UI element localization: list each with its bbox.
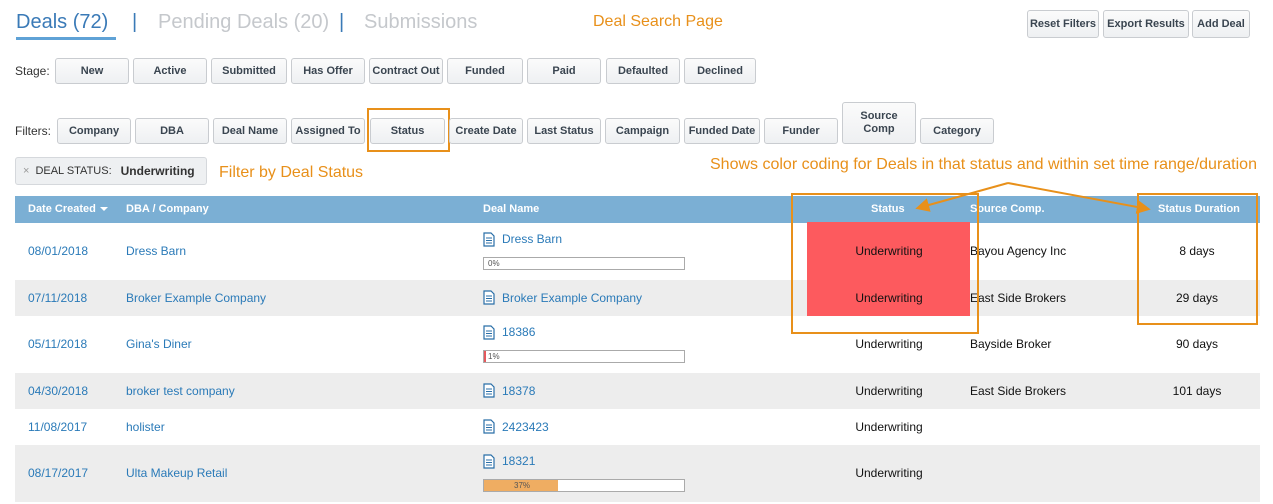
tab-pending-deals[interactable]: Pending Deals (20) [158,8,329,36]
stage-contract-out-button[interactable]: Contract Out [369,58,443,84]
document-icon [483,290,495,305]
deal-name-link[interactable]: 18378 [502,384,535,398]
tab-separator: | [132,11,138,33]
add-deal-button[interactable]: Add Deal [1192,10,1250,38]
table-header: Date Created DBA / Company Deal Name Sta… [15,196,1260,223]
table-row[interactable] [15,316,1260,373]
filter-funded-date-button[interactable]: Funded Date [684,118,760,144]
remove-filter-icon[interactable]: × [23,165,29,177]
col-date-created[interactable]: Date Created [28,196,108,223]
tab-deals[interactable]: Deals (72) [16,8,108,36]
deal-status-filter-chip: × DEAL STATUS: Underwriting [15,157,207,185]
date-created-cell[interactable]: 08/01/2018 [28,244,88,258]
export-results-button[interactable]: Export Results [1103,10,1189,38]
stage-label: Stage: [15,64,50,78]
status-cell: Underwriting [855,466,923,480]
company-cell[interactable]: broker test company [126,384,235,398]
status-cell: Underwriting [855,420,923,434]
deal-name-link[interactable]: Dress Barn [502,232,562,246]
table-row[interactable] [15,409,1260,445]
stage-paid-button[interactable]: Paid [527,58,601,84]
status-cell: Underwriting [855,384,923,398]
col-dba-company[interactable]: DBA / Company [126,196,209,223]
sort-desc-icon [99,207,108,212]
chip-value: Underwriting [120,164,195,178]
deal-progress-bar: 1% [483,350,685,363]
progress-text: 1% [488,352,500,361]
date-created-cell[interactable]: 11/08/2017 [28,420,87,434]
filter-deal-name-button[interactable]: Deal Name [213,118,287,144]
annotation-deal-search-page: Deal Search Page [593,13,723,30]
date-created-cell[interactable]: 05/11/2018 [28,337,87,351]
filter-funder-button[interactable]: Funder [764,118,838,144]
filter-last-status-button[interactable]: Last Status [527,118,601,144]
document-icon [483,419,495,434]
reset-filters-button[interactable]: Reset Filters [1027,10,1099,38]
status-column-highlight [791,193,979,334]
document-icon [483,383,495,398]
annotation-filter-by-deal-status: Filter by Deal Status [219,164,364,181]
filter-category-button[interactable]: Category [920,118,994,144]
deal-progress-bar: 0% [483,257,685,270]
col-deal-name[interactable]: Deal Name [483,196,539,223]
stage-submitted-button[interactable]: Submitted [211,58,287,84]
stage-defaulted-button[interactable]: Defaulted [606,58,680,84]
filter-source-comp-button[interactable]: Source Comp [842,102,916,144]
stage-new-button[interactable]: New [55,58,129,84]
annotation-color-coding: Shows color coding for Deals in that sta… [710,156,1257,173]
company-cell[interactable]: Gina's Diner [126,337,192,351]
deal-name-link[interactable]: Broker Example Company [502,291,642,305]
date-created-cell[interactable]: 04/30/2018 [28,384,88,398]
col-source-comp[interactable]: Source Comp. [970,196,1045,223]
chip-label: DEAL STATUS: [35,165,112,177]
stage-active-button[interactable]: Active [133,58,207,84]
status-duration-cell: 101 days [1172,384,1222,398]
company-cell[interactable]: Ulta Makeup Retail [126,466,227,480]
company-cell[interactable]: Dress Barn [126,244,186,258]
source-comp-cell: Bayou Agency Inc [970,244,1067,258]
document-icon [483,454,495,469]
date-created-cell[interactable]: 07/11/2018 [28,291,87,305]
progress-text: 0% [488,259,500,268]
tab-submissions[interactable]: Submissions [364,8,477,36]
filter-campaign-button[interactable]: Campaign [605,118,680,144]
stage-funded-button[interactable]: Funded [447,58,523,84]
document-icon [483,325,495,340]
status-duration-cell: 90 days [1175,337,1219,351]
filter-company-button[interactable]: Company [57,118,131,144]
col-date-created-label: Date Created [28,203,96,215]
tab-separator: | [339,11,345,33]
deal-name-link[interactable]: 2423423 [502,420,549,434]
duration-column-highlight [1137,193,1258,325]
status-cell: Underwriting [855,337,923,351]
source-comp-cell: East Side Brokers [970,384,1067,398]
source-comp-cell: East Side Brokers [970,291,1067,305]
deal-name-link[interactable]: 18321 [502,454,535,468]
company-cell[interactable]: Broker Example Company [126,291,266,305]
table-row[interactable] [15,223,1260,280]
stage-declined-button[interactable]: Declined [684,58,756,84]
source-comp-cell: Bayside Broker [970,337,1052,351]
deal-progress-bar: 37% [483,479,685,492]
progress-text: 37% [514,481,531,490]
document-icon [483,232,495,247]
filter-create-date-button[interactable]: Create Date [449,118,523,144]
stage-has-offer-button[interactable]: Has Offer [291,58,365,84]
active-tab-underline [16,37,116,40]
progress-fill [484,351,486,362]
company-cell[interactable]: holister [126,420,165,434]
filter-assigned-to-button[interactable]: Assigned To [291,118,365,144]
filter-dba-button[interactable]: DBA [135,118,209,144]
status-filter-highlight [367,108,450,152]
filters-label: Filters: [15,124,51,138]
date-created-cell[interactable]: 08/17/2017 [28,466,88,480]
deal-name-link[interactable]: 18386 [502,325,535,339]
